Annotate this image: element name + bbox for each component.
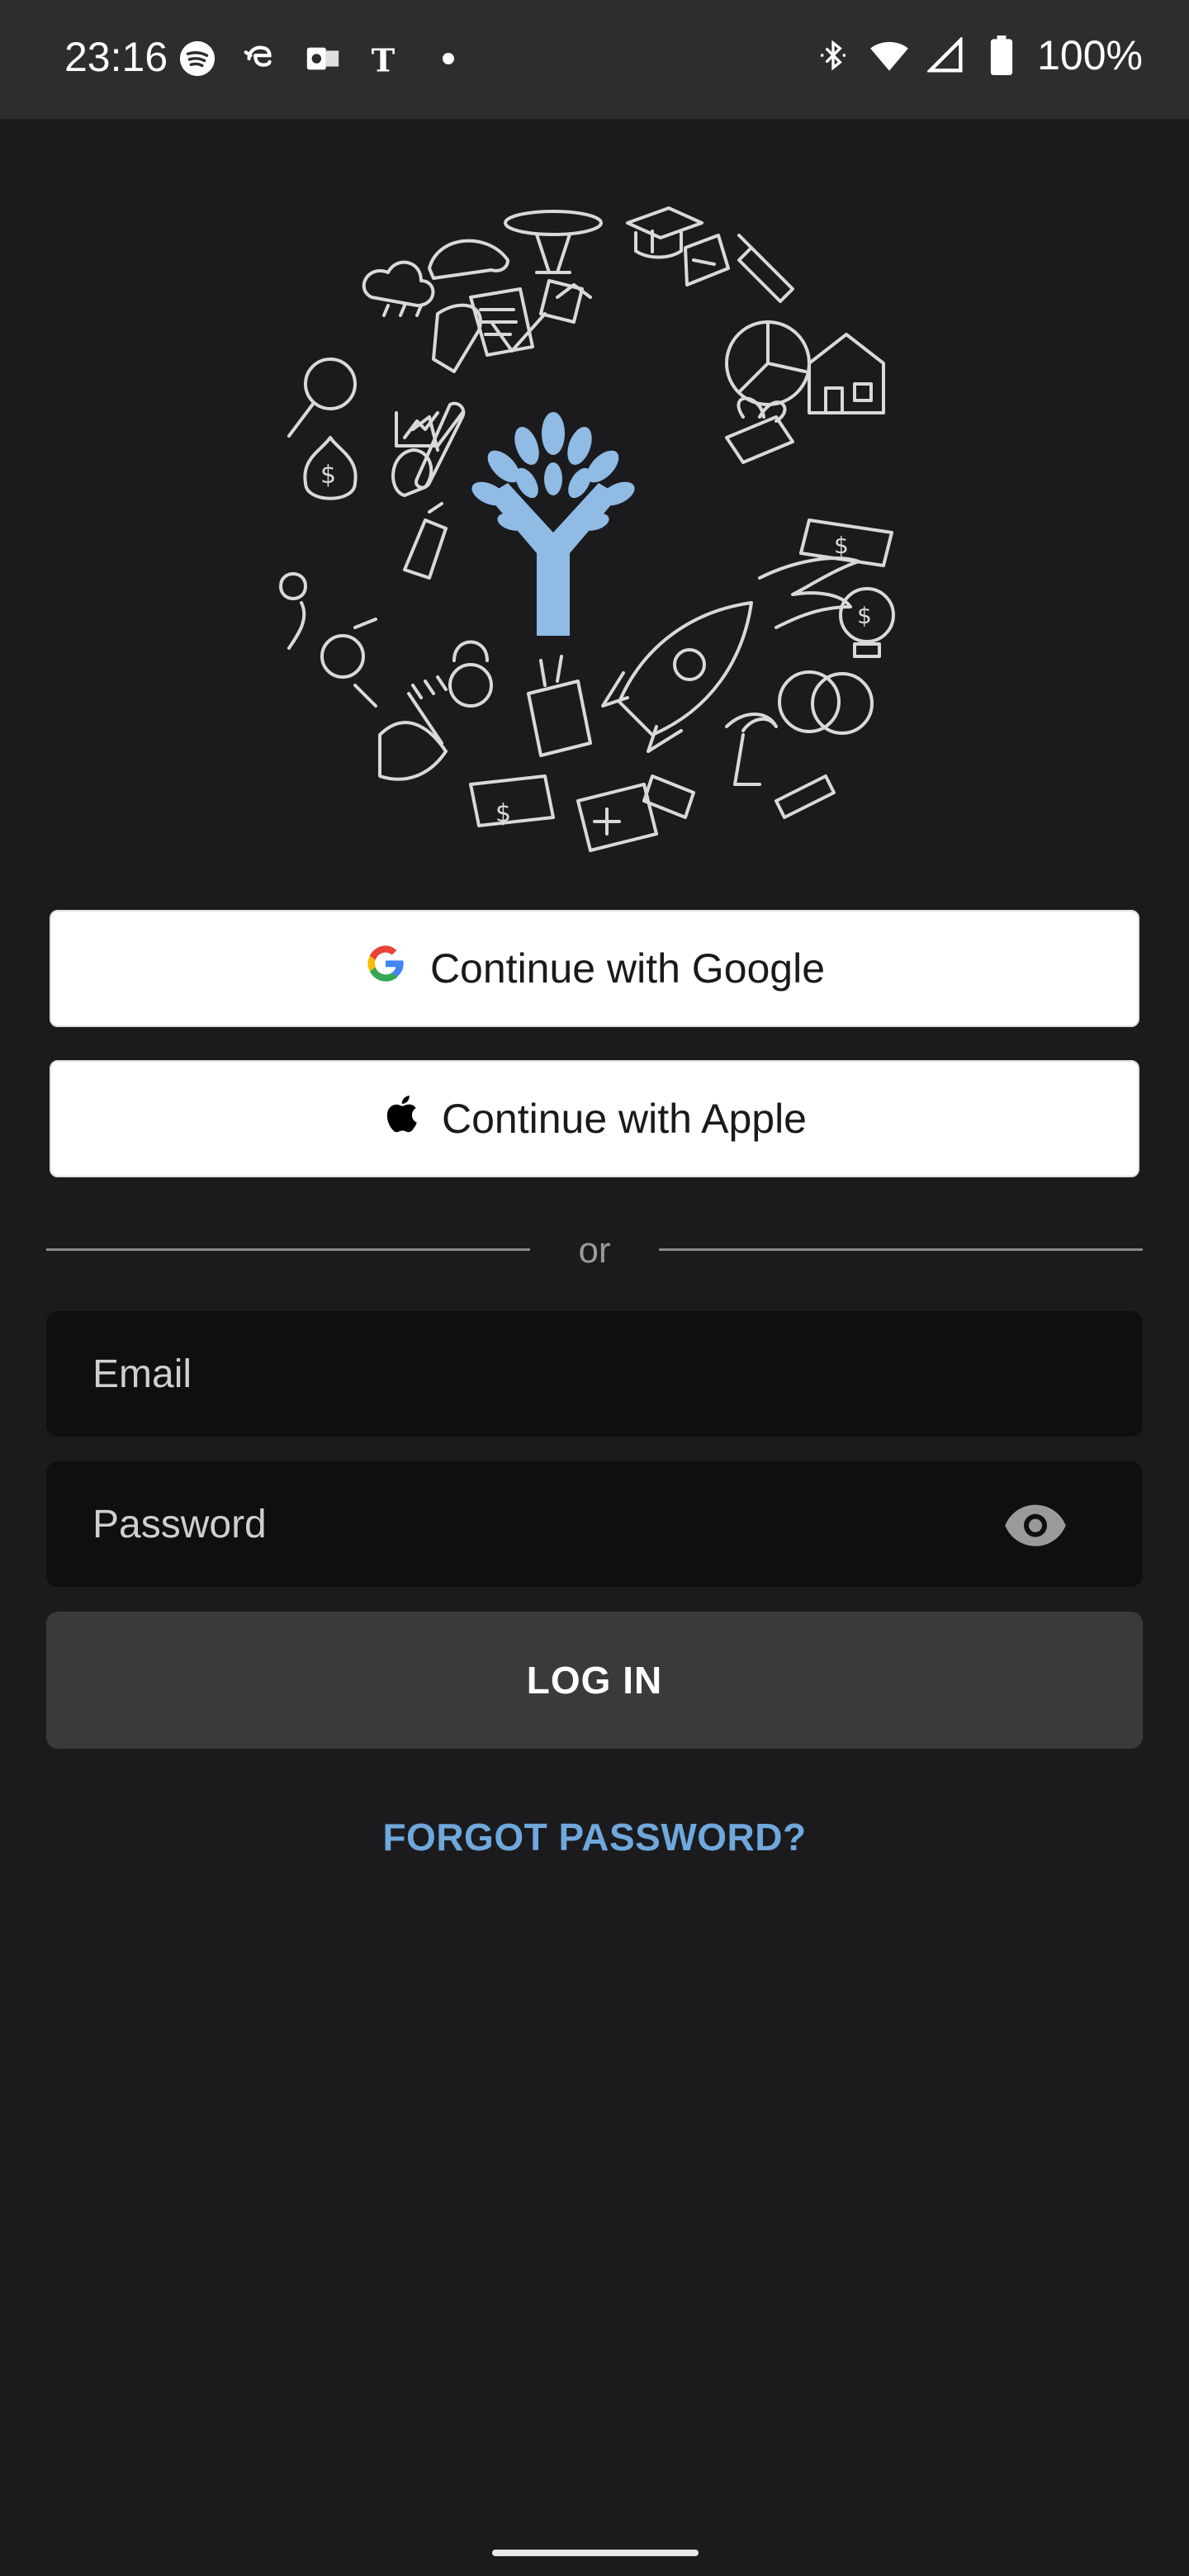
status-bar: 23:16 T 100%	[0, 0, 1189, 119]
password-field-container	[46, 1461, 1143, 1587]
email-field-container	[46, 1311, 1143, 1437]
continue-with-google-button[interactable]: Continue with Google	[46, 907, 1143, 1030]
password-field[interactable]	[46, 1500, 1002, 1548]
show-password-icon[interactable]	[1002, 1499, 1068, 1549]
apple-icon	[382, 1092, 419, 1145]
divider-line-right	[659, 1248, 1143, 1251]
svg-text:$: $	[320, 461, 336, 490]
continue-with-apple-button[interactable]: Continue with Apple	[46, 1057, 1143, 1181]
outlook-icon	[302, 38, 343, 79]
svg-text:$: $	[857, 602, 872, 629]
divider-text: or	[578, 1230, 611, 1271]
login-button[interactable]: LOG IN	[46, 1612, 1143, 1749]
email-field[interactable]	[46, 1350, 1002, 1398]
svg-text:$: $	[834, 532, 849, 559]
logo-icon	[471, 412, 635, 636]
status-time: 23:16	[64, 34, 168, 80]
battery-icon	[981, 35, 1022, 76]
wifi-icon	[869, 35, 910, 76]
home-indicator[interactable]	[492, 2550, 699, 2556]
svg-text:T: T	[372, 42, 396, 78]
forgot-password-link[interactable]: FORGOT PASSWORD?	[0, 1815, 1189, 1859]
bluetooth-icon	[812, 35, 854, 76]
battery-percentage: 100%	[1037, 32, 1143, 78]
notification-icons: T	[177, 38, 469, 79]
system-status-icons: 100%	[812, 31, 1143, 79]
signal-icon	[925, 35, 966, 76]
svg-text:$: $	[495, 799, 511, 828]
apple-button-label: Continue with Apple	[442, 1096, 807, 1142]
app-notification-icon	[239, 38, 281, 79]
doodle-circle-icon: $ $ $ $	[279, 206, 895, 852]
dot-icon	[428, 38, 469, 79]
google-icon	[364, 942, 407, 995]
nytimes-icon: T	[365, 38, 406, 79]
spotify-icon	[177, 38, 218, 79]
google-button-label: Continue with Google	[429, 945, 826, 992]
brand-illustration: $ $ $ $	[264, 198, 925, 859]
or-divider: or	[46, 1230, 1143, 1271]
